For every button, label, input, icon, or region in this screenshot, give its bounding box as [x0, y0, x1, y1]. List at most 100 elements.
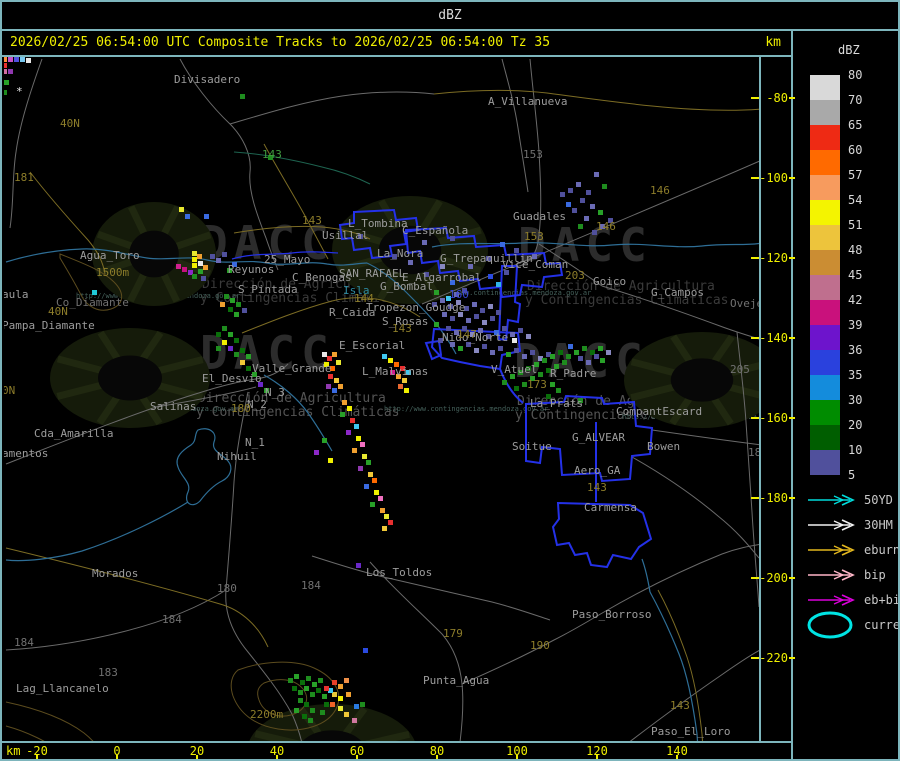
map-place-label: 143: [670, 699, 690, 712]
y-tick-label: -200: [759, 571, 788, 585]
scale-swatch: [810, 250, 840, 275]
map-place-label: El_Desvio: [202, 372, 262, 385]
map-place-label: 143: [587, 481, 607, 494]
x-tick-mark: [596, 755, 598, 759]
legend-label: 50YD: [864, 493, 893, 507]
current-storm-ellipse-icon: [807, 611, 853, 639]
map-place-label: 153: [524, 230, 544, 243]
scale-value-label: 5: [848, 468, 856, 482]
map-place-label: Paso_El_Loro: [651, 725, 731, 738]
map-place-label: Usillal: [322, 229, 369, 242]
map-label-layer: Divisadero A_Villanueva * 40N 181 143 153 146 Gu…: [4, 57, 759, 741]
map-place-label: 180: [231, 402, 251, 415]
map-place-label: L_Tombina: [348, 217, 408, 230]
y-tick-label: -80: [766, 91, 788, 105]
map-place-label: Goico: [593, 275, 627, 288]
map-place-label: Pampa_Diamante: [4, 319, 95, 332]
map-place-label: 40N: [60, 117, 80, 130]
map-place-label: Agua_Toro: [80, 249, 140, 262]
map-place-label: 146: [650, 184, 670, 197]
map-place-label: 40N: [48, 305, 68, 318]
x-tick-mark: [516, 755, 518, 759]
scale-value-label: 54: [848, 193, 863, 207]
scale-value-label: 45: [848, 268, 863, 282]
map-place-label: Salinas: [150, 400, 197, 413]
y-tick-label: -160: [759, 411, 788, 425]
map-place-label: Paso_Borroso: [572, 608, 652, 621]
map-place-label: R_Padre: [550, 367, 597, 380]
map-place-label: N_3: [265, 386, 285, 399]
y-tick-mark: [751, 497, 759, 499]
map-place-label: Tropezon_Goudge: [366, 301, 466, 314]
map-place-label: 173: [527, 378, 547, 391]
scale-value-label: 65: [848, 118, 863, 132]
map-place-label: CompantEscard: [616, 405, 703, 418]
y-tick-mark: [789, 177, 795, 179]
map-place-label: Reyunos: [228, 263, 275, 276]
scale-value-label: 80: [848, 68, 863, 82]
legend-label: eburn: [864, 543, 900, 557]
scale-value-label: 60: [848, 143, 863, 157]
map-place-label: C_Española: [402, 224, 469, 237]
map-place-label: A_Villanueva: [488, 95, 568, 108]
scale-swatch: [810, 275, 840, 300]
scale-swatch: [810, 225, 840, 250]
radar-app-window: dBZ 2026/02/25 06:54:00 UTC Composite Tr…: [0, 0, 900, 761]
map-place-label: 146: [596, 220, 616, 233]
map-place-label: L_Malvinas: [362, 365, 429, 378]
map-place-label: amentos: [4, 447, 49, 460]
y-tick-label: -120: [759, 251, 788, 265]
y-tick-mark: [789, 417, 795, 419]
map-place-label: E_Escorial: [339, 339, 406, 352]
map-place-label: 205: [730, 363, 750, 376]
map-place-label: R_Caida: [329, 306, 376, 319]
scale-swatch: [810, 175, 840, 200]
legend-label: current: [864, 618, 900, 632]
legend-label: eb+bip: [864, 593, 900, 607]
map-place-label: Carmensa: [584, 501, 637, 514]
map-place-label: Nihuil: [217, 450, 257, 463]
map-place-label: SAN_RAFAEL: [339, 267, 406, 280]
scale-swatch: [810, 450, 840, 475]
scale-swatch: [810, 200, 840, 225]
map-place-label: Vice_Coman: [502, 258, 569, 271]
map-place-label: 143: [392, 322, 412, 335]
scale-value-label: 10: [848, 443, 863, 457]
map-place-label: Punta_Agua: [423, 674, 490, 687]
map-place-label: Bowen: [647, 440, 681, 453]
scale-swatch: [810, 400, 840, 425]
scale-swatch: [810, 350, 840, 375]
legend-label: bip: [864, 568, 886, 582]
y-tick-mark: [751, 97, 759, 99]
map-place-label: 0N: [4, 384, 16, 397]
map-place-label: Divisadero: [174, 73, 241, 86]
x-tick-mark: [276, 755, 278, 759]
scale-value-label: 70: [848, 93, 863, 107]
map-place-label: Cda_Amarilla: [34, 427, 114, 440]
scale-swatch: [810, 100, 840, 125]
scale-value-label: 30: [848, 393, 863, 407]
y-tick-label: -140: [759, 331, 788, 345]
map-place-label: 190: [530, 639, 550, 652]
map-place-label: 184: [14, 636, 34, 649]
y-tick-mark: [789, 257, 795, 259]
map-place-label: 143: [262, 148, 282, 161]
x-tick-mark: [36, 755, 38, 759]
map-place-label: Oveje: [730, 297, 759, 310]
scale-swatch: [810, 125, 840, 150]
map-place-label: Soitue: [512, 440, 552, 453]
scale-swatch: [810, 375, 840, 400]
map-place-label: 18: [748, 446, 759, 459]
scale-value-label: 36: [848, 343, 863, 357]
scale-swatch: [810, 425, 840, 450]
scale-swatch: [810, 325, 840, 350]
map-place-label: La_Prats: [530, 397, 583, 410]
map-place-label: N_1: [245, 436, 265, 449]
map-place-label: G_ALVEAR: [572, 431, 625, 444]
map-place-label: 179: [443, 627, 463, 640]
map-place-label: 184: [301, 579, 321, 592]
scale-value-label: 48: [848, 243, 863, 257]
map-place-label: 143: [302, 214, 322, 227]
map-place-label: 183: [98, 666, 118, 679]
scale-value-label: 39: [848, 318, 863, 332]
